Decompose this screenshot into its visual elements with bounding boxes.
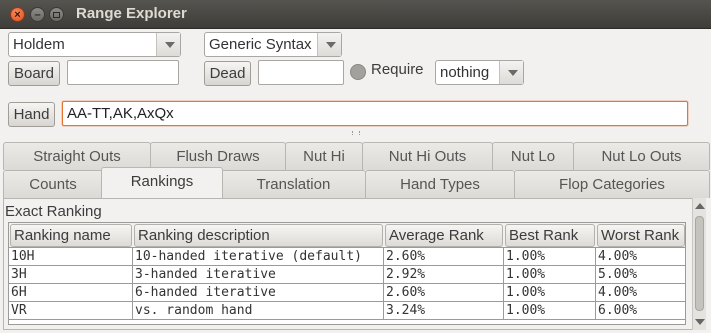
scrollbar-thumb[interactable] [695, 216, 704, 311]
game-select[interactable]: Holdem [8, 32, 181, 57]
syntax-select[interactable]: Generic Syntax [204, 32, 342, 57]
require-label: Require [371, 61, 424, 78]
column-header[interactable]: Ranking name [10, 224, 132, 247]
tab-translation[interactable]: Translation [221, 170, 366, 198]
cell-average-rank: 2.92% [384, 266, 504, 284]
hand-input[interactable]: AA-TT,AK,AxQx [62, 101, 688, 126]
syntax-select-value: Generic Syntax [209, 36, 312, 53]
column-header[interactable]: Worst Rank [597, 224, 685, 247]
cell-average-rank: 2.60% [384, 284, 504, 302]
cell-ranking-description: vs. random hand [133, 302, 384, 320]
table-row[interactable]: VR vs. random hand 3.24% 1.00% 6.00% [9, 302, 685, 320]
cell-ranking-name: VR [9, 302, 133, 320]
chevron-down-icon [156, 33, 180, 56]
cell-worst-rank: 4.00% [598, 285, 638, 300]
window-title: Range Explorer [76, 5, 187, 22]
chevron-down-icon [499, 61, 523, 84]
section-title: Exact Ranking [5, 203, 102, 220]
tab-flush-draws[interactable]: Flush Draws [150, 142, 286, 170]
cell-ranking-description: 10-handed iterative (default) [133, 248, 384, 266]
board-input[interactable] [67, 60, 179, 85]
cell-ranking-name: 6H [9, 284, 133, 302]
vertical-scrollbar[interactable] [692, 198, 706, 330]
cell-average-rank: 3.24% [384, 302, 504, 320]
table-row[interactable]: 6H 6-handed iterative 2.60% 1.00% 4.00% [9, 284, 685, 302]
cell-ranking-description: 6-handed iterative [133, 284, 384, 302]
cell-ranking-name: 3H [9, 266, 133, 284]
close-window-button[interactable]: × [10, 7, 25, 22]
chevron-down-icon [317, 33, 341, 56]
scroll-up-icon[interactable] [695, 203, 705, 209]
minimize-window-button[interactable]: – [30, 7, 45, 22]
cell-worst-rank: 5.00% [598, 267, 638, 282]
tab-rankings[interactable]: Rankings [101, 167, 223, 198]
require-select-value: nothing [440, 64, 490, 81]
game-select-value: Holdem [13, 36, 65, 53]
cell-ranking-name: 10H [9, 248, 133, 266]
column-header[interactable]: Best Rank [505, 224, 595, 247]
tab-nut-lo-outs[interactable]: Nut Lo Outs [573, 142, 710, 170]
tab-hand-types[interactable]: Hand Types [365, 170, 515, 198]
require-select[interactable]: nothing [435, 60, 524, 85]
tab-nut-hi[interactable]: Nut Hi [285, 142, 363, 170]
cell-worst-rank: 4.00% [598, 249, 638, 264]
cell-best-rank: 1.00% [504, 266, 596, 284]
table-header: Ranking name Ranking description Average… [9, 223, 685, 248]
splitter-handle[interactable] [352, 131, 360, 135]
maximize-window-button[interactable] [49, 7, 64, 22]
cell-ranking-description: 3-handed iterative [133, 266, 384, 284]
board-button[interactable]: Board [8, 61, 60, 86]
maximize-icon [53, 12, 60, 18]
cell-best-rank: 1.00% [504, 302, 596, 320]
cell-worst-rank: 6.00% [598, 303, 638, 318]
cell-average-rank: 2.60% [384, 248, 504, 266]
tab-nut-hi-outs[interactable]: Nut Hi Outs [362, 142, 493, 170]
column-header[interactable]: Average Rank [385, 224, 503, 247]
table-row[interactable]: 10H 10-handed iterative (default) 2.60% … [9, 248, 685, 266]
dead-input[interactable] [258, 60, 344, 85]
cell-best-rank: 1.00% [504, 284, 596, 302]
dead-button[interactable]: Dead [204, 61, 251, 86]
hand-button[interactable]: Hand [8, 102, 55, 127]
tab-nut-lo[interactable]: Nut Lo [492, 142, 574, 170]
tab-counts[interactable]: Counts [3, 170, 103, 198]
ranking-table: Ranking name Ranking description Average… [8, 222, 686, 325]
title-bar: × – Range Explorer [0, 0, 711, 29]
hand-input-value: AA-TT,AK,AxQx [67, 105, 174, 122]
cell-best-rank: 1.00% [504, 248, 596, 266]
table-row[interactable]: 3H 3-handed iterative 2.92% 1.00% 5.00% [9, 266, 685, 284]
scroll-down-icon[interactable] [695, 319, 705, 325]
require-radio[interactable] [350, 64, 366, 80]
tab-flop-categories[interactable]: Flop Categories [514, 170, 710, 198]
column-header[interactable]: Ranking description [134, 224, 383, 247]
tab-straight-outs[interactable]: Straight Outs [3, 142, 151, 170]
